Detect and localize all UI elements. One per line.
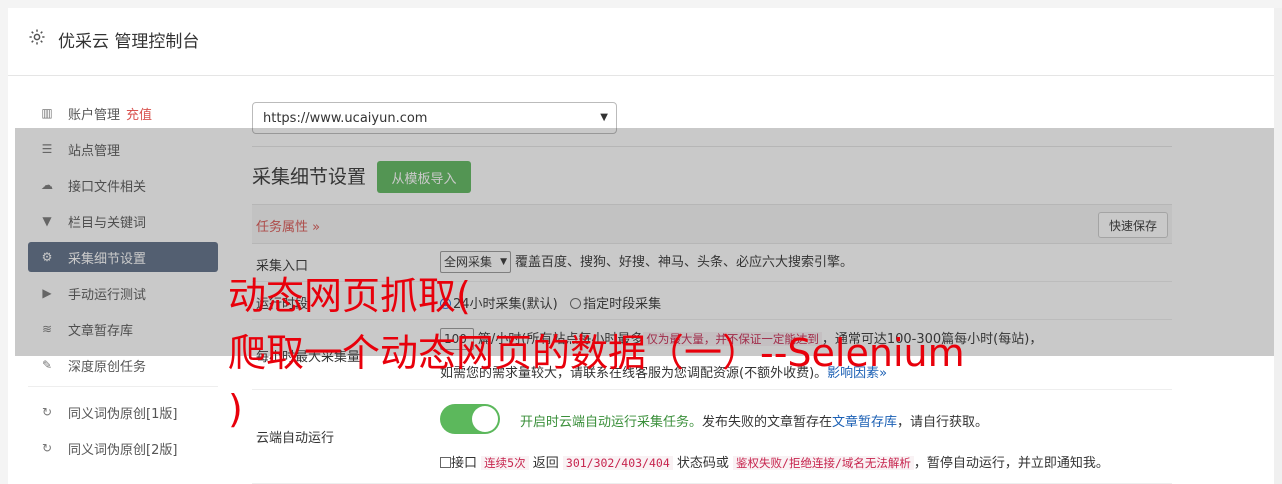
sidebar-divider xyxy=(28,386,218,387)
row-label: 云端自动运行 xyxy=(256,431,335,446)
chk-d: ，暂停自动运行，并立即通知我。 xyxy=(913,456,1109,471)
pause-checkbox[interactable] xyxy=(440,457,451,468)
sidebar-item-synonym-v1[interactable]: ↻ 同义词伪原创[1版] xyxy=(28,397,218,427)
dim-overlay xyxy=(15,128,1282,356)
chevron-down-icon: ▼ xyxy=(600,112,608,123)
caption-line-2: 爬取一个动态网页的数据（一）--Selenium xyxy=(228,331,965,375)
caption-line-1: 动态网页抓取( xyxy=(228,274,471,318)
row-value-2: 接口 连续5次 返回 301/302/403/404 状态码或 鉴权失败/拒绝连… xyxy=(440,452,1109,471)
recharge-link[interactable]: 充值 xyxy=(126,104,152,123)
top-bar: 优采云 管理控制台 xyxy=(8,8,1274,76)
chk-b: 返回 xyxy=(532,456,559,471)
bar-chart-icon: ▥ xyxy=(41,106,53,120)
article-store-link[interactable]: 文章暂存库 xyxy=(832,415,897,430)
cloud-desc-b: ，请自行获取。 xyxy=(897,415,989,430)
chk-hl3: 鉴权失败/拒绝连接/域名无法解析 xyxy=(733,456,914,470)
row-value: 开启时云端自动运行采集任务。发布失败的文章暂存在文章暂存库，请自行获取。 xyxy=(520,411,988,430)
chk-hl2: 301/302/403/404 xyxy=(562,456,673,470)
cloud-auto-toggle[interactable] xyxy=(440,404,500,434)
page-title: 优采云 管理控制台 xyxy=(58,32,200,52)
refresh-icon: ↻ xyxy=(41,441,53,455)
sidebar-item-label: 同义词伪原创[1版] xyxy=(68,406,178,422)
sidebar-item-label: 账户管理 xyxy=(68,107,121,123)
sidebar-item-account[interactable]: ▥ 账户管理 充值 xyxy=(28,98,218,128)
scrollbar[interactable] xyxy=(1274,8,1282,484)
toggle-knob xyxy=(472,406,498,432)
chk-hl1: 连续5次 xyxy=(481,456,529,470)
cloud-desc-green: 开启时云端自动运行采集任务。 xyxy=(520,415,703,430)
sidebar-item-label: 深度原创任务 xyxy=(68,359,147,375)
chk-a: 接口 xyxy=(451,456,478,471)
gear-icon xyxy=(29,29,45,45)
row-cloud: 云端自动运行 开启时云端自动运行采集任务。发布失败的文章暂存在文章暂存库，请自行… xyxy=(252,390,1172,484)
chk-c: 状态码或 xyxy=(676,456,729,471)
caption-line-3: ) xyxy=(228,387,243,431)
edit-icon: ✎ xyxy=(41,358,53,372)
sidebar-item-label: 同义词伪原创[2版] xyxy=(68,442,178,458)
site-select-value: https://www.ucaiyun.com xyxy=(263,110,428,126)
refresh-icon: ↻ xyxy=(41,405,53,419)
sidebar-item-synonym-v2[interactable]: ↻ 同义词伪原创[2版] xyxy=(28,433,218,463)
cloud-desc-a: 发布失败的文章暂存在 xyxy=(702,415,833,430)
